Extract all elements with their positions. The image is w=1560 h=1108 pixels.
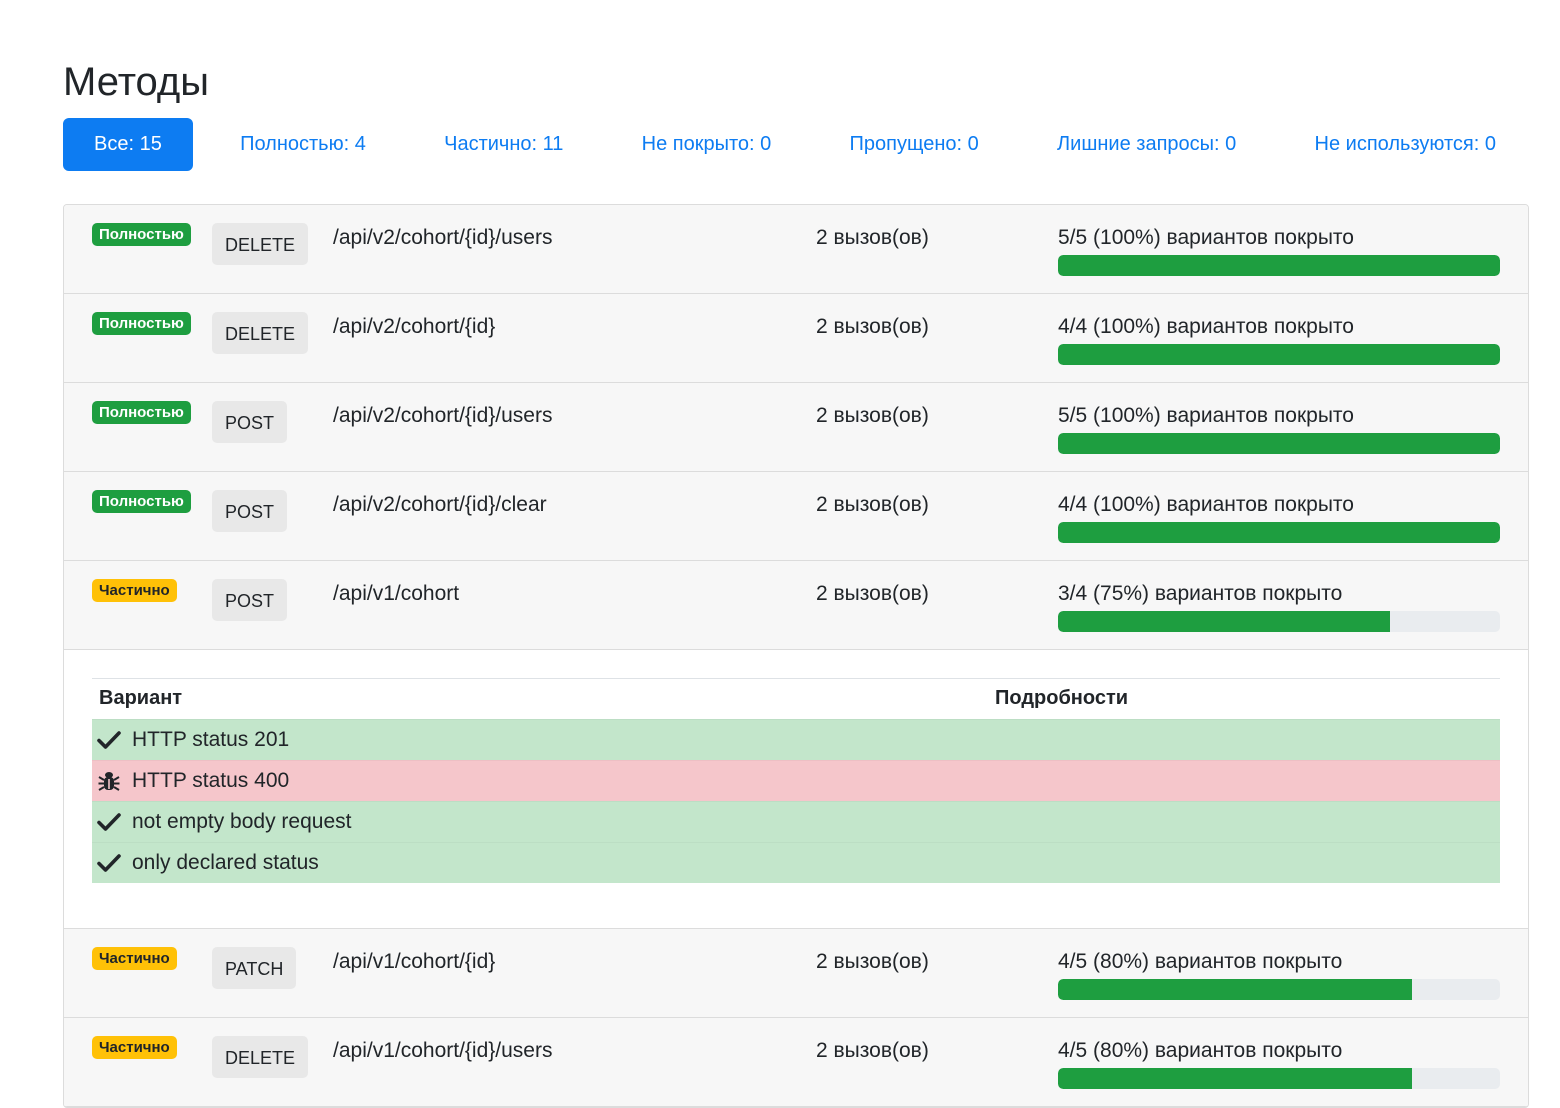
http-method-badge: DELETE [212, 1036, 309, 1078]
endpoint-path: /api/v2/cohort/{id} [333, 315, 496, 338]
check-icon [97, 731, 121, 749]
tab-unused[interactable]: Не используются: 0 [1284, 118, 1527, 171]
coverage-text: 3/4 (75%) вариантов покрыто [1058, 582, 1343, 605]
method-row[interactable]: Частично PATCH /api/v1/cohort/{id} 2 выз… [64, 929, 1528, 1018]
method-row[interactable]: Полностью POST /api/v2/cohort/{id}/clear… [64, 472, 1528, 561]
status-badge: Частично [92, 579, 177, 602]
variants-table: Вариант Подробности HTTP status 201 HTTP… [92, 678, 1500, 883]
column-header-details: Подробности [995, 687, 1129, 709]
method-row[interactable]: Полностью DELETE /api/v2/cohort/{id} 2 в… [64, 294, 1528, 383]
coverage-text: 4/5 (80%) вариантов покрыто [1058, 1039, 1343, 1062]
method-row[interactable]: Частично DELETE /api/v1/cohort/{id}/user… [64, 1018, 1528, 1107]
variant-label: not empty body request [132, 810, 352, 833]
http-method-badge: DELETE [212, 223, 309, 265]
coverage-text: 4/5 (80%) вариантов покрыто [1058, 950, 1343, 973]
http-method-badge: POST [212, 401, 288, 443]
endpoint-path: /api/v1/cohort [333, 582, 460, 605]
variant-row: not empty body request [92, 801, 1500, 842]
check-icon [97, 813, 121, 831]
coverage-progress-fill [1058, 1068, 1412, 1089]
call-count: 2 вызов(ов) [816, 582, 929, 605]
coverage-progress-fill [1058, 433, 1500, 454]
coverage-text: 4/4 (100%) вариантов покрыто [1058, 315, 1354, 338]
http-method-badge: POST [212, 490, 288, 532]
coverage-progress-bar [1058, 611, 1500, 632]
endpoint-path: /api/v1/cohort/{id} [333, 950, 496, 973]
http-method-badge: DELETE [212, 312, 309, 354]
endpoint-path: /api/v2/cohort/{id}/users [333, 404, 553, 427]
http-method-badge: POST [212, 579, 288, 621]
variant-label: HTTP status 201 [132, 728, 290, 751]
variant-label: only declared status [132, 851, 319, 874]
coverage-text: 5/5 (100%) вариантов покрыто [1058, 226, 1354, 249]
coverage-progress-fill [1058, 255, 1500, 276]
status-badge: Полностью [92, 401, 191, 424]
column-header-variant: Вариант [99, 687, 183, 709]
variant-row: HTTP status 400 [92, 760, 1500, 801]
check-icon [97, 854, 121, 872]
coverage-progress-fill [1058, 979, 1412, 1000]
variant-label: HTTP status 400 [132, 769, 290, 792]
coverage-progress-bar [1058, 1068, 1500, 1089]
endpoint-path: /api/v2/cohort/{id}/users [333, 226, 553, 249]
call-count: 2 вызов(ов) [816, 950, 929, 973]
bug-icon [98, 772, 120, 791]
status-badge: Частично [92, 1036, 177, 1059]
tab-extra-requests[interactable]: Лишние запросы: 0 [1026, 118, 1267, 171]
status-badge: Полностью [92, 312, 191, 335]
coverage-progress-fill [1058, 611, 1390, 632]
call-count: 2 вызов(ов) [816, 404, 929, 427]
filter-tabs: Все: 15 Полностью: 4 Частично: 11 Не пок… [63, 118, 1527, 171]
methods-list: Полностью DELETE /api/v2/cohort/{id}/use… [63, 204, 1529, 1108]
page-title: Методы [63, 60, 210, 104]
status-badge: Полностью [92, 490, 191, 513]
coverage-progress-fill [1058, 522, 1500, 543]
coverage-progress-fill [1058, 344, 1500, 365]
call-count: 2 вызов(ов) [816, 226, 929, 249]
status-badge: Частично [92, 947, 177, 970]
coverage-progress-bar [1058, 433, 1500, 454]
call-count: 2 вызов(ов) [816, 315, 929, 338]
tab-all[interactable]: Все: 15 [63, 118, 193, 171]
coverage-progress-bar [1058, 979, 1500, 1000]
call-count: 2 вызов(ов) [816, 1039, 929, 1062]
method-details-panel: Вариант Подробности HTTP status 201 HTTP… [64, 650, 1528, 929]
method-row[interactable]: Полностью POST /api/v2/cohort/{id}/users… [64, 383, 1528, 472]
method-row[interactable]: Частично POST /api/v1/cohort 2 вызов(ов)… [64, 561, 1528, 650]
coverage-text: 5/5 (100%) вариантов покрыто [1058, 404, 1354, 427]
call-count: 2 вызов(ов) [816, 493, 929, 516]
endpoint-path: /api/v1/cohort/{id}/users [333, 1039, 553, 1062]
variant-row: only declared status [92, 842, 1500, 883]
tab-skipped[interactable]: Пропущено: 0 [819, 118, 1010, 171]
coverage-progress-bar [1058, 344, 1500, 365]
variants-table-header: Вариант Подробности [92, 678, 1500, 719]
tab-not-covered[interactable]: Не покрыто: 0 [611, 118, 803, 171]
coverage-text: 4/4 (100%) вариантов покрыто [1058, 493, 1354, 516]
http-method-badge: PATCH [212, 947, 297, 989]
endpoint-path: /api/v2/cohort/{id}/clear [333, 493, 547, 516]
coverage-progress-bar [1058, 255, 1500, 276]
tab-full[interactable]: Полностью: 4 [209, 118, 397, 171]
status-badge: Полностью [92, 223, 191, 246]
tab-partial[interactable]: Частично: 11 [413, 118, 594, 171]
method-row[interactable]: Полностью DELETE /api/v2/cohort/{id}/use… [64, 205, 1528, 294]
coverage-progress-bar [1058, 522, 1500, 543]
variant-row: HTTP status 201 [92, 719, 1500, 760]
